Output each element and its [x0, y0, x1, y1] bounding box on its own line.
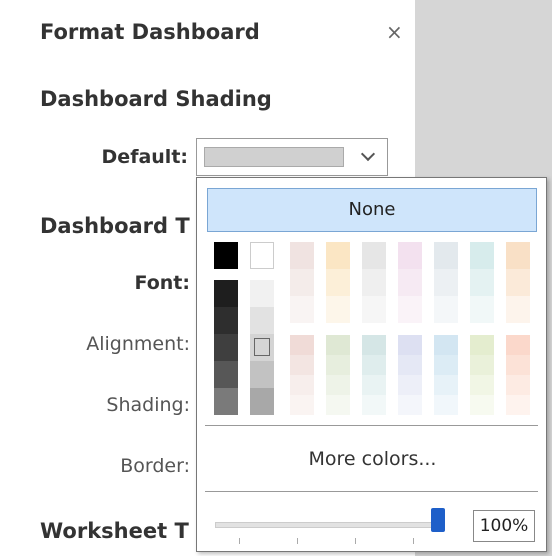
dashboard-shading-heading: Dashboard Shading	[40, 87, 272, 111]
color-swatch[interactable]	[290, 355, 314, 375]
chevron-down-icon	[360, 146, 376, 162]
color-swatch[interactable]	[506, 269, 530, 296]
slider-tick	[355, 538, 356, 544]
color-swatch[interactable]	[506, 395, 530, 415]
color-swatch[interactable]	[362, 355, 386, 375]
color-swatch[interactable]	[326, 296, 350, 323]
color-swatch[interactable]	[398, 296, 422, 323]
color-swatch[interactable]	[362, 242, 386, 269]
color-swatch[interactable]	[506, 375, 530, 395]
color-swatch[interactable]	[362, 269, 386, 296]
color-swatch[interactable]	[506, 355, 530, 375]
color-swatch[interactable]	[398, 355, 422, 375]
color-swatch[interactable]	[470, 355, 494, 375]
color-swatch[interactable]	[470, 375, 494, 395]
color-swatch[interactable]	[290, 242, 314, 269]
opacity-value-field[interactable]: 100%	[473, 510, 535, 542]
color-swatch[interactable]	[434, 395, 458, 415]
color-swatch[interactable]	[290, 296, 314, 323]
slider-tick	[413, 538, 414, 544]
color-swatch[interactable]	[214, 242, 238, 269]
color-swatch[interactable]	[250, 280, 274, 307]
default-label: Default:	[101, 146, 188, 168]
color-swatch[interactable]	[290, 335, 314, 355]
color-swatch[interactable]	[290, 395, 314, 415]
color-swatch[interactable]	[398, 375, 422, 395]
color-swatch[interactable]	[434, 296, 458, 323]
color-swatch[interactable]	[470, 242, 494, 269]
color-swatch[interactable]	[214, 334, 238, 361]
font-label: Font:	[134, 272, 190, 294]
color-swatch[interactable]	[506, 242, 530, 269]
color-swatch[interactable]	[214, 361, 238, 388]
color-swatch[interactable]	[434, 242, 458, 269]
selected-swatch-indicator	[254, 338, 270, 356]
color-swatch[interactable]	[470, 395, 494, 415]
default-shading-dropdown[interactable]	[196, 138, 388, 176]
color-swatch[interactable]	[326, 335, 350, 355]
color-swatch[interactable]	[290, 375, 314, 395]
slider-tick	[297, 538, 298, 544]
color-swatch[interactable]	[214, 280, 238, 307]
color-swatch[interactable]	[362, 395, 386, 415]
worksheet-title-heading: Worksheet T	[40, 519, 189, 543]
color-swatch[interactable]	[326, 355, 350, 375]
opacity-slider-thumb[interactable]	[431, 508, 445, 532]
slider-tick	[239, 538, 240, 544]
color-swatch[interactable]	[326, 269, 350, 296]
color-swatch[interactable]	[214, 307, 238, 334]
none-color-button[interactable]: None	[207, 188, 537, 232]
color-swatch[interactable]	[250, 307, 274, 334]
color-swatch[interactable]	[326, 375, 350, 395]
color-swatch[interactable]	[506, 335, 530, 355]
color-swatch[interactable]	[362, 375, 386, 395]
close-icon[interactable]: ×	[386, 20, 403, 44]
opacity-slider-track[interactable]	[215, 522, 437, 528]
color-swatch[interactable]	[326, 395, 350, 415]
color-swatch[interactable]	[434, 335, 458, 355]
divider	[205, 425, 538, 426]
color-picker-popup: None More colors... 100%	[196, 177, 547, 552]
more-colors-button[interactable]: More colors...	[197, 448, 548, 470]
color-swatch[interactable]	[434, 269, 458, 296]
alignment-label: Alignment:	[86, 333, 190, 355]
color-swatch[interactable]	[250, 388, 274, 415]
color-swatch[interactable]	[506, 296, 530, 323]
color-swatch[interactable]	[362, 296, 386, 323]
panel-title: Format Dashboard	[40, 20, 260, 44]
color-swatch[interactable]	[470, 335, 494, 355]
default-color-swatch	[204, 147, 344, 167]
color-swatch[interactable]	[470, 269, 494, 296]
color-swatch[interactable]	[250, 361, 274, 388]
dashboard-title-heading: Dashboard T	[40, 214, 190, 238]
color-swatch[interactable]	[470, 296, 494, 323]
color-swatch[interactable]	[290, 269, 314, 296]
color-swatch[interactable]	[250, 242, 274, 269]
color-swatch[interactable]	[434, 375, 458, 395]
color-swatch[interactable]	[398, 335, 422, 355]
color-swatch[interactable]	[326, 242, 350, 269]
color-swatch[interactable]	[398, 395, 422, 415]
color-swatch[interactable]	[398, 269, 422, 296]
color-swatch[interactable]	[362, 335, 386, 355]
color-swatch[interactable]	[434, 355, 458, 375]
divider	[205, 491, 538, 492]
shading-label: Shading:	[106, 394, 190, 416]
border-label: Border:	[120, 455, 190, 477]
color-swatch[interactable]	[214, 388, 238, 415]
color-swatch[interactable]	[398, 242, 422, 269]
